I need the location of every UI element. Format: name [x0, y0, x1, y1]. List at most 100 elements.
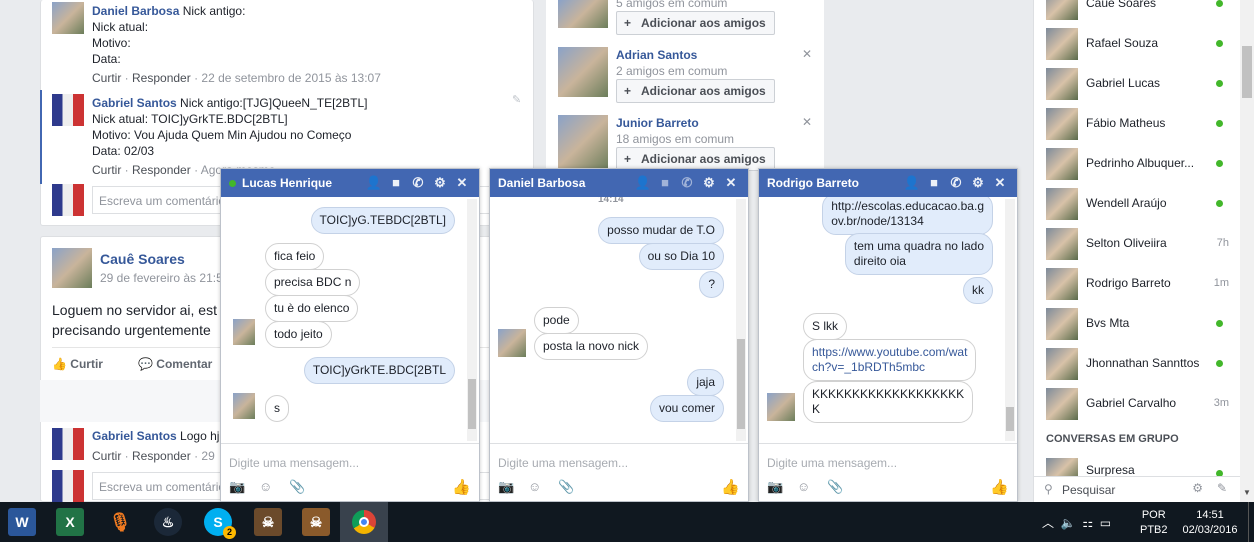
video-call-icon[interactable]: ■ — [385, 169, 407, 197]
add-friend-icon[interactable]: 👤 — [363, 169, 385, 197]
chat-header[interactable]: Rodrigo Barreto 👤 ■ ✆ ⚙ ✕ — [759, 169, 1017, 197]
add-friend-icon[interactable]: 👤 — [632, 169, 654, 197]
like-icon[interactable]: 👍 — [721, 478, 740, 496]
attach-icon[interactable]: 📎 — [827, 479, 857, 495]
chrome-active-tab[interactable] — [340, 502, 388, 542]
suggestion-name[interactable]: Adrian Santos — [616, 48, 697, 62]
video-call-icon[interactable]: ■ — [654, 169, 676, 197]
like-link[interactable]: Curtir — [92, 449, 121, 463]
close-icon[interactable]: ✕ — [451, 169, 473, 197]
add-friend-button[interactable]: + Adicionar aos amigos — [616, 79, 775, 103]
chat-scrollbar[interactable] — [736, 199, 746, 441]
sidebar-search[interactable]: ⚲ Pesquisar ⚙ ✎ — [1034, 476, 1241, 502]
excel-icon[interactable]: X — [56, 508, 84, 536]
microphone-icon[interactable]: 🎙 — [106, 508, 134, 536]
gear-icon[interactable]: ⚙ — [1192, 481, 1203, 495]
chat-scrollbar[interactable] — [1005, 199, 1015, 441]
chat-title[interactable]: Daniel Barbosa — [498, 176, 585, 190]
contact-item[interactable]: Gabriel Carvalho 3m — [1034, 384, 1241, 424]
system-tray-icons[interactable]: ︿ 🔈 ⚏ ▭ — [1042, 514, 1111, 531]
chat-header[interactable]: Lucas Henrique 👤 ■ ✆ ⚙ ✕ — [221, 169, 479, 197]
camera-icon[interactable]: 📷 — [229, 479, 259, 495]
mutual-friends[interactable]: 5 amigos em comum — [616, 0, 727, 10]
contact-item[interactable]: Wendell Araújo — [1034, 184, 1241, 224]
comment-author[interactable]: Gabriel Santos — [92, 429, 177, 443]
avatar[interactable] — [52, 94, 84, 126]
contact-item[interactable]: Rodrigo Barreto 1m — [1034, 264, 1241, 304]
steam-icon[interactable]: ♨ — [154, 508, 182, 536]
contact-item[interactable]: Pedrinho Albuquer... — [1034, 144, 1241, 184]
skype-icon[interactable]: S 2 — [204, 508, 236, 539]
gear-icon[interactable]: ⚙ — [967, 169, 989, 197]
chat-title[interactable]: Rodrigo Barreto — [767, 176, 859, 190]
comment-author[interactable]: Gabriel Santos — [92, 96, 177, 110]
phone-icon[interactable]: ✆ — [407, 169, 429, 197]
game-icon[interactable]: ☠ — [254, 508, 282, 536]
search-input[interactable]: Pesquisar — [1062, 483, 1115, 497]
word-icon[interactable]: W — [8, 508, 36, 536]
scrollbar-thumb[interactable] — [1242, 46, 1252, 98]
emoji-icon[interactable]: ☺ — [797, 479, 827, 494]
emoji-icon[interactable]: ☺ — [528, 479, 558, 494]
message-icon[interactable]: ▭ — [1100, 516, 1111, 530]
like-icon[interactable]: 👍 — [452, 478, 471, 496]
suggestion-name[interactable]: Junior Barreto — [616, 116, 699, 130]
phone-icon[interactable]: ✆ — [945, 169, 967, 197]
avatar[interactable] — [52, 2, 84, 34]
camera-icon[interactable]: 📷 — [498, 479, 528, 495]
close-icon[interactable]: ✕ — [989, 169, 1011, 197]
reply-link[interactable]: Responder — [132, 71, 191, 85]
chat-scrollbar[interactable] — [467, 199, 477, 441]
game-icon[interactable]: ☠ — [302, 508, 330, 536]
show-desktop-button[interactable] — [1248, 502, 1254, 542]
attach-icon[interactable]: 📎 — [289, 479, 319, 495]
like-link[interactable]: Curtir — [92, 163, 121, 177]
chat-header[interactable]: Daniel Barbosa 👤 ■ ✆ ⚙ ✕ — [490, 169, 748, 197]
chevron-up-icon[interactable]: ︿ — [1042, 516, 1054, 530]
contact-item[interactable]: Gabriel Lucas — [1034, 64, 1241, 104]
like-link[interactable]: Curtir — [92, 71, 121, 85]
post-date[interactable]: 29 de fevereiro às 21:5 — [100, 271, 223, 285]
volume-icon[interactable]: 🔈 — [1061, 516, 1076, 530]
language-indicator[interactable]: POR PTB2 — [1140, 508, 1168, 538]
sender-avatar[interactable] — [233, 393, 255, 419]
phone-icon[interactable]: ✆ — [676, 169, 698, 197]
sender-avatar[interactable] — [767, 393, 795, 421]
comment-time[interactable]: 22 de setembro de 2015 às 13:07 — [201, 71, 380, 85]
post-author[interactable]: Cauê Soares — [100, 251, 185, 267]
message-out[interactable]: http://escolas.educacao.ba.g ov.br/node/1… — [822, 197, 993, 235]
reply-link[interactable]: Responder — [132, 449, 191, 463]
close-icon[interactable]: ✕ — [802, 115, 812, 129]
message-input[interactable]: Digite uma mensagem... — [498, 456, 628, 470]
page-scrollbar[interactable]: ▼ — [1240, 0, 1254, 502]
video-call-icon[interactable]: ■ — [923, 169, 945, 197]
gear-icon[interactable]: ⚙ — [429, 169, 451, 197]
avatar[interactable] — [52, 428, 84, 460]
contact-item[interactable]: Jhonnathan Sannttos — [1034, 344, 1241, 384]
suggestion-avatar[interactable] — [558, 115, 608, 170]
contact-item[interactable]: Selton Oliveiira 7h — [1034, 224, 1241, 264]
message-in[interactable]: https://www.youtube.com/wat ch?v=_1bRDTh5… — [803, 339, 977, 381]
close-icon[interactable]: ✕ — [802, 47, 812, 61]
avatar[interactable] — [52, 248, 92, 288]
camera-icon[interactable]: 📷 — [767, 479, 797, 495]
comment-time[interactable]: 29 — [201, 449, 214, 463]
like-button[interactable]: 👍 Curtir — [52, 357, 103, 371]
mutual-friends[interactable]: 2 amigos em comum — [616, 64, 727, 78]
message-input[interactable]: Digite uma mensagem... — [767, 456, 897, 470]
reply-link[interactable]: Responder — [132, 163, 191, 177]
contact-item[interactable]: Rafael Souza — [1034, 24, 1241, 64]
attach-icon[interactable]: 📎 — [558, 479, 588, 495]
emoji-icon[interactable]: ☺ — [259, 479, 289, 494]
add-friend-icon[interactable]: 👤 — [901, 169, 923, 197]
like-icon[interactable]: 👍 — [990, 478, 1009, 496]
scroll-down-arrow-icon[interactable]: ▼ — [1243, 488, 1251, 497]
mutual-friends[interactable]: 18 amigos em comum — [616, 132, 734, 146]
sender-avatar[interactable] — [498, 329, 526, 357]
contact-item[interactable]: Fábio Matheus — [1034, 104, 1241, 144]
contact-item[interactable]: Cauê Soares — [1034, 0, 1241, 24]
clock[interactable]: 14:51 02/03/2016 — [1178, 508, 1242, 538]
close-icon[interactable]: ✕ — [720, 169, 742, 197]
gear-icon[interactable]: ⚙ — [698, 169, 720, 197]
comment-author[interactable]: Daniel Barbosa — [92, 4, 179, 18]
